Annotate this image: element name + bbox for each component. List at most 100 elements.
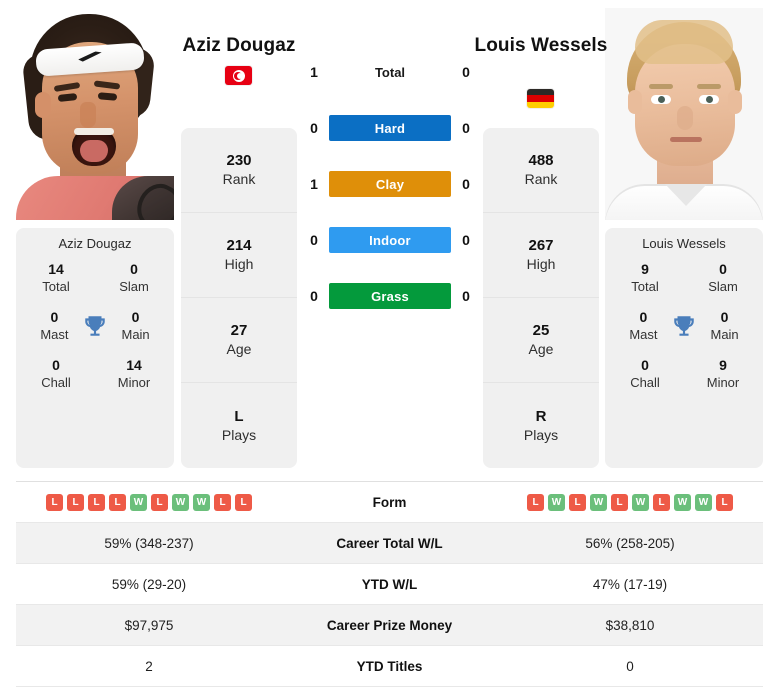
player-photo-left <box>16 8 174 220</box>
info-plays-value-right: R <box>535 407 547 425</box>
form-badge-l[interactable]: L <box>569 493 586 511</box>
titles-total-right: 9 Total <box>617 261 673 295</box>
form-badge-w[interactable]: W <box>130 493 147 511</box>
form-badge-l[interactable]: L <box>235 493 252 511</box>
titles-row-total-slam-left: 14 Total 0 Slam <box>16 261 174 295</box>
form-badge-w[interactable]: W <box>590 493 607 511</box>
h2h-grass-left: 0 <box>310 288 318 304</box>
surface-badge-hard[interactable]: Hard <box>329 115 451 141</box>
form-badge-w[interactable]: W <box>172 493 189 511</box>
player-photo-right <box>605 8 763 220</box>
ytd-titles-left: 2 <box>145 658 153 674</box>
titles-row-mast-main-right: 0 Mast 0 Main <box>605 309 763 343</box>
form-badge-w[interactable]: W <box>548 493 565 511</box>
titles-minor-label-right: Minor <box>706 375 740 390</box>
titles-slam-left: 0 Slam <box>106 261 162 295</box>
titles-mast-label-right: Mast <box>629 327 658 342</box>
info-high-right: 267 High <box>483 213 599 298</box>
comparison-header: Aziz Dougaz Louis Wessels 1 Total 0 0 Ha… <box>0 0 779 478</box>
surface-badge-indoor[interactable]: Indoor <box>329 227 451 253</box>
info-age-value-right: 25 <box>532 322 550 339</box>
info-plays-value-left: L <box>234 407 244 425</box>
titles-main-left: 0 Main <box>109 309 162 343</box>
titles-main-right: 0 Main <box>698 309 751 343</box>
titles-minor-value-left: 14 <box>126 357 142 373</box>
player-name-right[interactable]: Louis Wessels <box>462 33 620 59</box>
info-rank-right: 488 Rank <box>483 128 599 213</box>
form-badge-l[interactable]: L <box>716 493 733 511</box>
titles-chall-right: 0 Chall <box>617 357 673 391</box>
player-info-card-right: 488 Rank 267 High 25 Age R Plays <box>483 128 599 468</box>
info-rank-value-right: 488 <box>528 152 554 169</box>
table-row-form: LLLLWLWWLL Form LWLWLWLWWL <box>16 482 763 523</box>
surface-badge-clay[interactable]: Clay <box>329 171 451 197</box>
titles-chall-value-right: 0 <box>641 357 649 373</box>
row-label-ytd-wl: YTD W/L <box>361 576 418 592</box>
titles-minor-left: 14 Minor <box>106 357 162 391</box>
form-badge-l[interactable]: L <box>214 493 231 511</box>
form-badge-w[interactable]: W <box>695 493 712 511</box>
h2h-row-indoor: 0 Indoor 0 <box>303 226 477 254</box>
titles-slam-right: 0 Slam <box>695 261 751 295</box>
titles-chall-left: 0 Chall <box>28 357 84 391</box>
row-label-career-total-wl: Career Total W/L <box>336 535 443 551</box>
titles-total-label-right: Total <box>631 279 659 294</box>
info-plays-label-right: Plays <box>523 426 559 443</box>
player-name-left[interactable]: Aziz Dougaz <box>160 33 318 59</box>
titles-mast-value-left: 0 <box>50 309 59 325</box>
titles-slam-label-right: Slam <box>708 279 738 294</box>
row-label-ytd-titles: YTD Titles <box>356 658 423 674</box>
table-row-ytd-wl: 59% (29-20) YTD W/L 47% (17-19) <box>16 564 763 605</box>
form-badge-w[interactable]: W <box>193 493 210 511</box>
titles-main-label-right: Main <box>710 327 739 342</box>
player-comparison-page: Aziz Dougaz Louis Wessels 1 Total 0 0 Ha… <box>0 0 779 699</box>
titles-slam-value-left: 0 <box>130 261 138 277</box>
career-prize-money-left: $97,975 <box>124 617 174 633</box>
row-label-career-prize-money: Career Prize Money <box>326 617 453 633</box>
info-rank-label-right: Rank <box>524 171 558 187</box>
form-badge-l[interactable]: L <box>611 493 628 511</box>
trophy-icon-left <box>81 311 109 341</box>
info-rank-value-left: 230 <box>226 152 252 169</box>
trophy-icon-right <box>670 311 698 341</box>
form-badge-l[interactable]: L <box>67 493 84 511</box>
form-badge-w[interactable]: W <box>632 493 649 511</box>
titles-row-total-slam-right: 9 Total 0 Slam <box>605 261 763 295</box>
form-badge-l[interactable]: L <box>527 493 544 511</box>
form-badge-l[interactable]: L <box>88 493 105 511</box>
titles-row-mast-main-left: 0 Mast 0 Main <box>16 309 174 343</box>
comparison-stats-table: LLLLWLWWLL Form LWLWLWLWWL 59% (348-237)… <box>16 481 763 687</box>
form-badge-l[interactable]: L <box>653 493 670 511</box>
info-high-label-right: High <box>526 256 556 272</box>
titles-minor-label-left: Minor <box>117 375 151 390</box>
info-age-right: 25 Age <box>483 298 599 383</box>
table-row-career-prize-money: $97,975 Career Prize Money $38,810 <box>16 605 763 646</box>
form-badge-l[interactable]: L <box>109 493 126 511</box>
titles-chall-label-left: Chall <box>41 375 71 390</box>
info-high-value-left: 214 <box>226 237 252 254</box>
career-total-wl-right: 56% (258-205) <box>585 535 675 551</box>
titles-minor-value-right: 9 <box>719 357 727 373</box>
titles-main-value-left: 0 <box>131 309 140 325</box>
form-badge-w[interactable]: W <box>674 493 691 511</box>
info-age-label-right: Age <box>528 341 554 357</box>
form-badge-l[interactable]: L <box>46 493 63 511</box>
info-plays-label-left: Plays <box>221 426 257 443</box>
form-badges-left: LLLLWLWWLL <box>16 493 282 511</box>
panel-player-name-right: Louis Wessels <box>642 236 726 251</box>
form-badge-l[interactable]: L <box>151 493 168 511</box>
info-high-value-right: 267 <box>528 237 554 254</box>
career-total-wl-left: 59% (348-237) <box>104 535 194 551</box>
germany-flag-icon <box>527 89 554 108</box>
h2h-row-total: 1 Total 0 <box>303 58 477 86</box>
portrait-louis-wessels <box>605 8 763 220</box>
row-label-form: Form <box>372 494 407 510</box>
tunisia-flag-icon <box>225 66 252 85</box>
h2h-indoor-left: 0 <box>310 232 318 248</box>
titles-chall-value-left: 0 <box>52 357 60 373</box>
info-rank-left: 230 Rank <box>181 128 297 213</box>
h2h-clay-left: 1 <box>310 176 318 192</box>
surface-badge-grass[interactable]: Grass <box>329 283 451 309</box>
info-age-label-left: Age <box>226 341 252 357</box>
h2h-hard-right: 0 <box>462 120 470 136</box>
